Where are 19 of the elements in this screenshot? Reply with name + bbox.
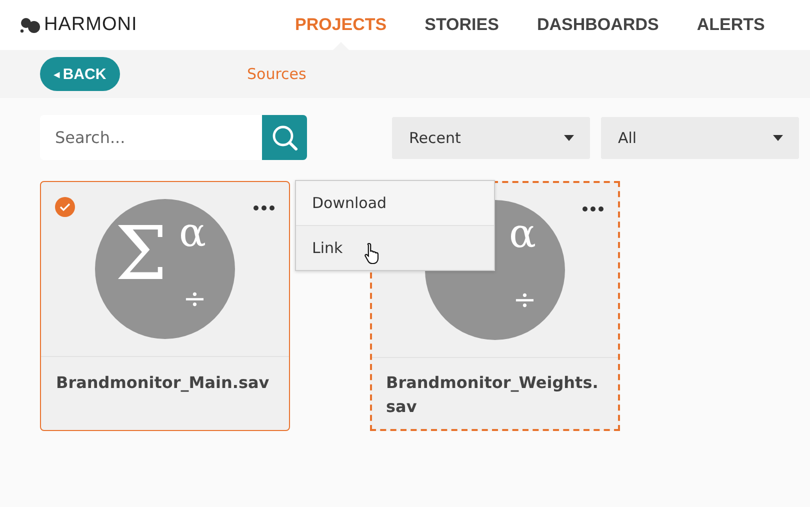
filter-dropdown[interactable]: Recent bbox=[392, 116, 590, 158]
back-button[interactable]: ◂ BACK bbox=[40, 57, 120, 91]
file-name: Brandmonitor_Weights.sav bbox=[385, 372, 600, 418]
hand-cursor-icon bbox=[364, 242, 380, 264]
nav-tab[interactable]: STORIES bbox=[406, 0, 518, 50]
logo-icon bbox=[20, 16, 42, 34]
logo-text: HARMONI bbox=[44, 14, 138, 36]
filter-dropdown[interactable]: All bbox=[601, 116, 799, 158]
more-icon[interactable] bbox=[582, 206, 604, 212]
search-icon bbox=[270, 124, 298, 152]
search-button[interactable] bbox=[262, 115, 307, 160]
nav-tab[interactable]: ALERTS bbox=[678, 0, 784, 50]
caret-icon bbox=[564, 134, 574, 140]
search-field[interactable]: Search... bbox=[40, 115, 262, 160]
menu-item[interactable]: Link bbox=[296, 226, 494, 270]
file-name: Brandmonitor_Main.sav bbox=[55, 372, 270, 394]
caret-icon bbox=[773, 134, 783, 140]
nav-tab[interactable]: DASHBOARDS bbox=[518, 0, 678, 50]
more-icon[interactable] bbox=[253, 205, 275, 211]
